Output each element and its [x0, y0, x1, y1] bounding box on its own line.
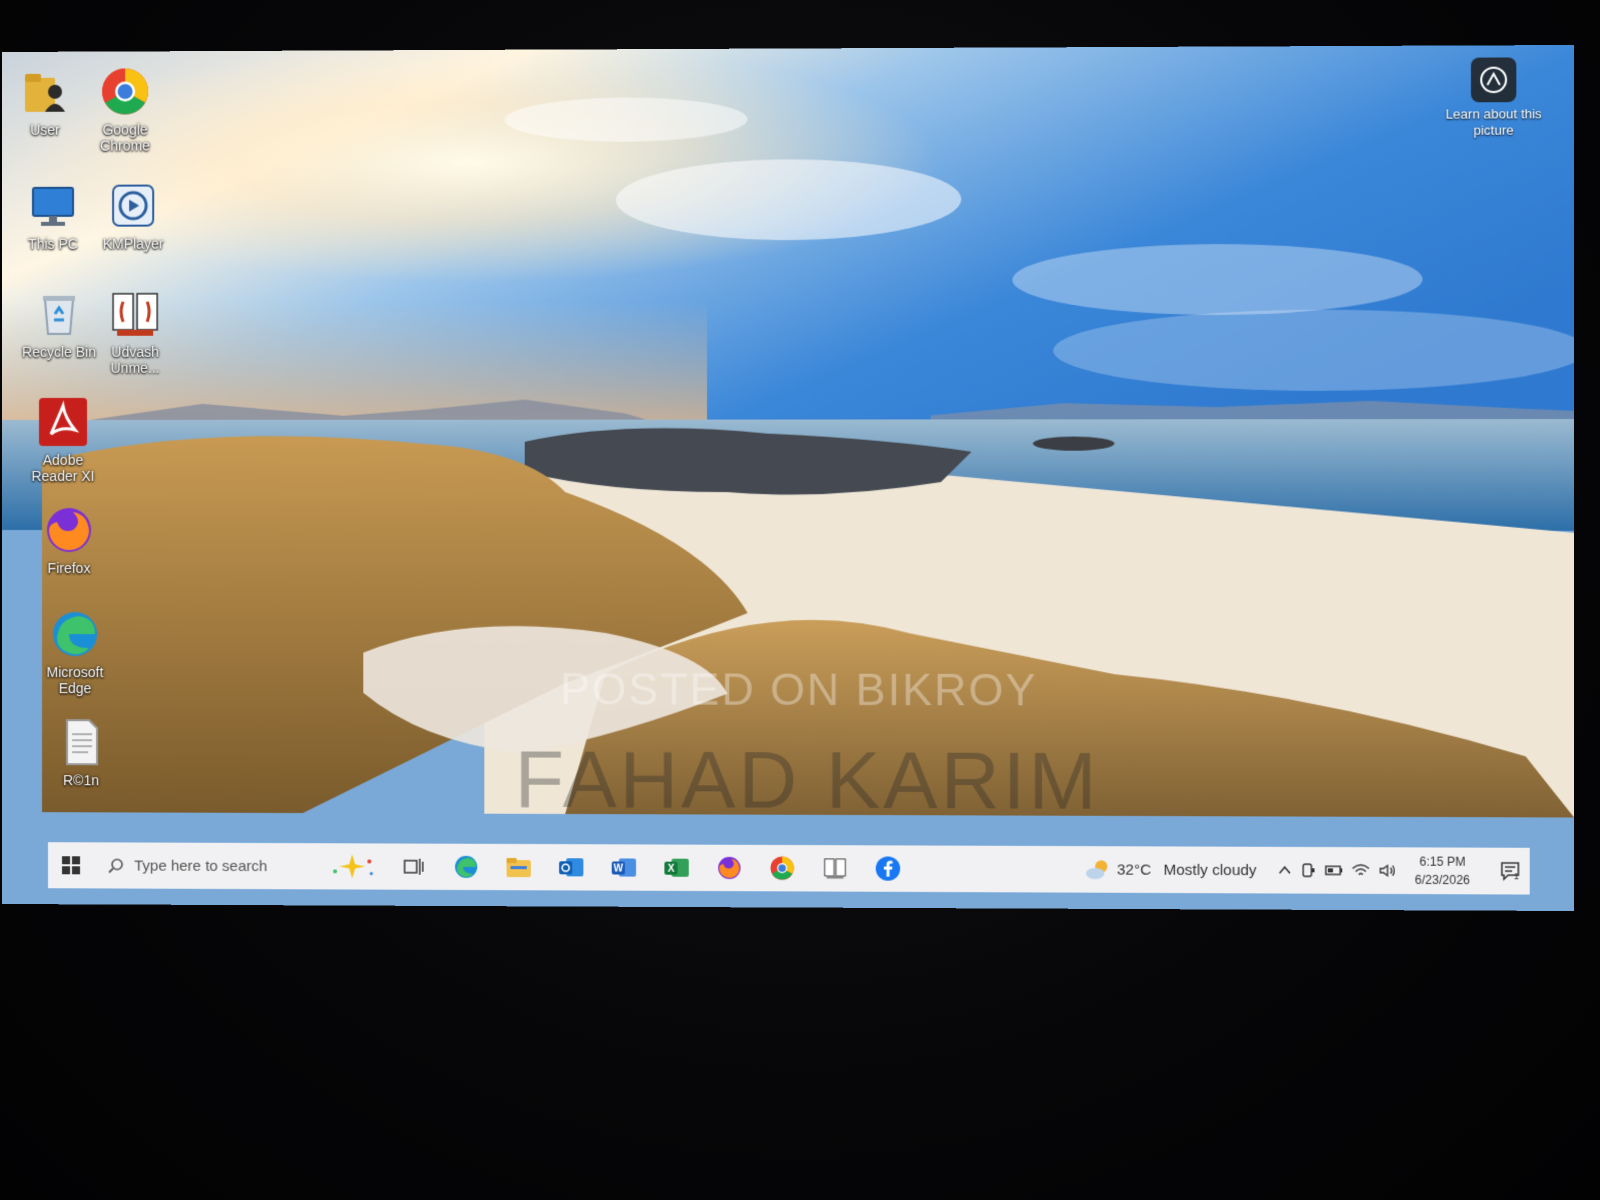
- chrome-icon: [770, 856, 794, 880]
- text-file-icon: [55, 716, 107, 768]
- volume-icon[interactable]: [1378, 863, 1397, 877]
- desktop-icon-recycle-bin[interactable]: Recycle Bin: [16, 288, 102, 360]
- desktop-icon-user[interactable]: User: [2, 66, 88, 138]
- windows-logo-icon: [62, 856, 80, 874]
- computer-icon: [27, 180, 79, 232]
- desktop-icon-label: User: [30, 121, 60, 138]
- taskbar: Type here to search W X 32°C Mostly clou…: [48, 842, 1530, 895]
- edge-icon: [455, 855, 478, 878]
- taskbar-chrome[interactable]: [756, 845, 809, 892]
- firefox-icon: [43, 504, 95, 556]
- taskbar-udvash[interactable]: [809, 845, 862, 892]
- taskbar-outlook[interactable]: [545, 844, 598, 890]
- desktop-icon-kmplayer[interactable]: KMPlayer: [90, 179, 176, 252]
- svg-text:X: X: [668, 864, 675, 875]
- desktop-icon-text-file[interactable]: R©1n: [38, 716, 124, 788]
- desktop-icon-google-chrome[interactable]: Google Chrome: [82, 65, 168, 154]
- taskbar-firefox[interactable]: [703, 845, 756, 892]
- clock-time: 6:15 PM: [1419, 854, 1466, 869]
- meet-now-icon[interactable]: [1300, 862, 1316, 878]
- chevron-up-icon[interactable]: [1277, 863, 1291, 877]
- learn-about-picture-label: Learn about this picture: [1445, 106, 1542, 138]
- watermark-author: FAHAD KARIM: [514, 734, 1100, 826]
- clock-date: 6/23/2026: [1414, 872, 1470, 888]
- kmplayer-icon: [107, 180, 159, 232]
- udvash-icon: [822, 856, 848, 879]
- search-icon: [108, 857, 124, 873]
- task-view-icon: [403, 857, 425, 877]
- facebook-icon: [875, 856, 901, 881]
- svg-text:W: W: [614, 864, 624, 875]
- recycle-bin-icon: [33, 288, 85, 340]
- desktop-icon-label: R©1n: [63, 772, 100, 789]
- weather-temperature: 32°C: [1116, 860, 1152, 879]
- edge-icon: [49, 608, 101, 660]
- search-placeholder: Type here to search: [134, 857, 268, 875]
- desktop-icon-label: Google Chrome: [100, 121, 151, 154]
- task-view-button[interactable]: [387, 843, 439, 889]
- taskbar-right: 32°C Mostly cloudy 6:15 PM 6/23/2026 1: [1084, 846, 1530, 894]
- taskbar-edge[interactable]: [440, 844, 492, 890]
- desktop-icon-label: Udvash Unme...: [110, 343, 160, 376]
- search-highlight-button[interactable]: [317, 843, 387, 889]
- notification-count: 1: [1513, 871, 1519, 882]
- camera-lens-icon: [1470, 57, 1517, 103]
- outlook-icon: [558, 858, 584, 877]
- notification-center-button[interactable]: 1: [1488, 860, 1529, 883]
- desktop-icon-label: Microsoft Edge: [46, 664, 104, 697]
- firefox-icon: [718, 856, 741, 880]
- chrome-icon: [99, 65, 151, 117]
- desktop-icon-udvash[interactable]: Udvash Unme...: [92, 288, 178, 376]
- sparkle-icon: [333, 854, 373, 879]
- taskbar-clock[interactable]: 6:15 PM 6/23/2026: [1409, 852, 1489, 889]
- word-icon: W: [611, 858, 637, 877]
- weather-description: Mostly cloudy: [1163, 861, 1257, 879]
- taskbar-file-explorer[interactable]: [492, 844, 545, 890]
- weather-widget[interactable]: 32°C Mostly cloudy: [1084, 858, 1277, 881]
- desktop-icon-microsoft-edge[interactable]: Microsoft Edge: [32, 608, 118, 696]
- udvash-icon: [109, 288, 161, 340]
- excel-icon: X: [664, 858, 689, 877]
- desktop-icon-label: Recycle Bin: [22, 343, 97, 360]
- desktop-icon-this-pc[interactable]: This PC: [10, 180, 96, 252]
- taskbar-search-box[interactable]: Type here to search: [94, 842, 317, 889]
- desktop-icon-label: Adobe Reader XI: [31, 451, 95, 485]
- taskbar-excel[interactable]: X: [650, 844, 703, 891]
- watermark-posted-on: POSTED ON BIKROY: [560, 665, 1038, 716]
- start-button[interactable]: [48, 842, 94, 888]
- adobe-reader-icon: [37, 396, 89, 448]
- file-explorer-icon: [506, 857, 531, 878]
- taskbar-word[interactable]: W: [598, 844, 651, 891]
- taskbar-facebook[interactable]: [861, 845, 914, 892]
- desktop-icon-firefox[interactable]: Firefox: [26, 504, 112, 576]
- learn-about-picture-button[interactable]: Learn about this picture: [1442, 57, 1545, 139]
- desktop-icon-label: Firefox: [47, 560, 91, 577]
- desktop-icon-label: KMPlayer: [102, 235, 164, 252]
- desktop-icon-adobe-reader[interactable]: Adobe Reader XI: [20, 396, 106, 484]
- partly-cloudy-icon: [1086, 860, 1108, 880]
- battery-icon[interactable]: [1324, 863, 1343, 877]
- desktop-screen: User This PC Recycle Bin Adobe Reader XI…: [2, 44, 1575, 912]
- desktop-icon-label: This PC: [28, 235, 78, 252]
- wifi-icon[interactable]: [1351, 863, 1370, 877]
- user-folder-icon: [19, 66, 71, 118]
- system-tray: [1277, 862, 1409, 879]
